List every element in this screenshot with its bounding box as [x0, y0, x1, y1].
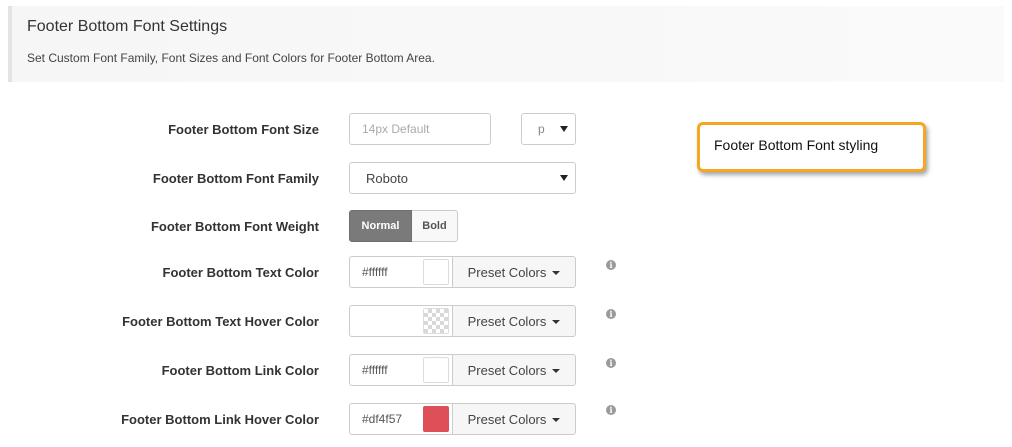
- font-family-select[interactable]: Roboto: [349, 162, 576, 194]
- info-icon[interactable]: i: [606, 260, 616, 270]
- link-color-row: Footer Bottom Link Color #ffffff Preset …: [0, 354, 1012, 388]
- caret-down-icon: [552, 320, 561, 324]
- text-color-label: Footer Bottom Text Color: [162, 265, 319, 280]
- preset-button-label: Preset Colors: [467, 264, 547, 280]
- chevron-down-icon: [560, 126, 568, 132]
- link-hover-color-preset-button[interactable]: Preset Colors: [452, 403, 576, 435]
- section-header: Footer Bottom Font Settings Set Custom F…: [8, 6, 1004, 82]
- font-size-unit-value: p: [538, 122, 545, 136]
- font-weight-label: Footer Bottom Font Weight: [150, 219, 319, 234]
- link-hover-color-input[interactable]: #df4f57: [349, 403, 419, 435]
- font-size-input[interactable]: 14px Default: [349, 113, 491, 145]
- preset-button-label: Preset Colors: [467, 313, 547, 329]
- link-color-label: Footer Bottom Link Color: [161, 363, 319, 378]
- link-hover-color-swatch-wrap[interactable]: [419, 403, 452, 435]
- link-color-swatch: [422, 357, 449, 383]
- callout-annotation: Footer Bottom Font styling: [697, 122, 926, 172]
- text-color-swatch: [422, 259, 449, 285]
- link-color-swatch-wrap[interactable]: [419, 354, 452, 386]
- font-family-label: Footer Bottom Font Family: [152, 171, 319, 186]
- link-hover-color-row: Footer Bottom Link Hover Color #df4f57 P…: [0, 403, 1012, 437]
- font-size-unit-select[interactable]: p: [521, 113, 576, 145]
- section-description: Set Custom Font Family, Font Sizes and F…: [27, 51, 435, 65]
- chevron-down-icon: [560, 175, 568, 181]
- info-icon[interactable]: i: [606, 358, 616, 368]
- text-hover-color-picker: Preset Colors: [349, 305, 576, 337]
- preset-button-label: Preset Colors: [467, 411, 547, 427]
- font-weight-toggle: Normal Bold: [349, 210, 458, 242]
- text-hover-color-swatch: [422, 308, 449, 334]
- font-weight-normal-button[interactable]: Normal: [349, 210, 412, 242]
- preset-button-label: Preset Colors: [467, 362, 547, 378]
- caret-down-icon: [552, 271, 561, 275]
- text-hover-color-preset-button[interactable]: Preset Colors: [452, 305, 576, 337]
- text-color-swatch-wrap[interactable]: [419, 256, 452, 288]
- link-hover-color-swatch: [422, 406, 449, 432]
- info-icon[interactable]: i: [606, 405, 616, 415]
- text-hover-color-label: Footer Bottom Text Hover Color: [122, 314, 319, 329]
- text-hover-color-swatch-wrap[interactable]: [419, 305, 452, 337]
- link-color-picker: #ffffff Preset Colors: [349, 354, 576, 386]
- caret-down-icon: [552, 418, 561, 422]
- text-hover-color-row: Footer Bottom Text Hover Color Preset Co…: [0, 305, 1012, 339]
- font-weight-bold-button[interactable]: Bold: [412, 210, 458, 242]
- section-title: Footer Bottom Font Settings: [27, 18, 228, 35]
- font-weight-row: Footer Bottom Font Weight Normal Bold: [0, 210, 1012, 244]
- text-color-preset-button[interactable]: Preset Colors: [452, 256, 576, 288]
- text-hover-color-input[interactable]: [349, 305, 419, 337]
- link-hover-color-picker: #df4f57 Preset Colors: [349, 403, 576, 435]
- link-color-input[interactable]: #ffffff: [349, 354, 419, 386]
- link-color-preset-button[interactable]: Preset Colors: [452, 354, 576, 386]
- caret-down-icon: [552, 369, 561, 373]
- info-icon[interactable]: i: [606, 309, 616, 319]
- font-family-value: Roboto: [366, 170, 408, 186]
- text-color-picker: #ffffff Preset Colors: [349, 256, 576, 288]
- text-color-input[interactable]: #ffffff: [349, 256, 419, 288]
- link-hover-color-label: Footer Bottom Link Hover Color: [121, 412, 319, 427]
- font-size-label: Footer Bottom Font Size: [168, 122, 319, 137]
- text-color-row: Footer Bottom Text Color #ffffff Preset …: [0, 256, 1012, 290]
